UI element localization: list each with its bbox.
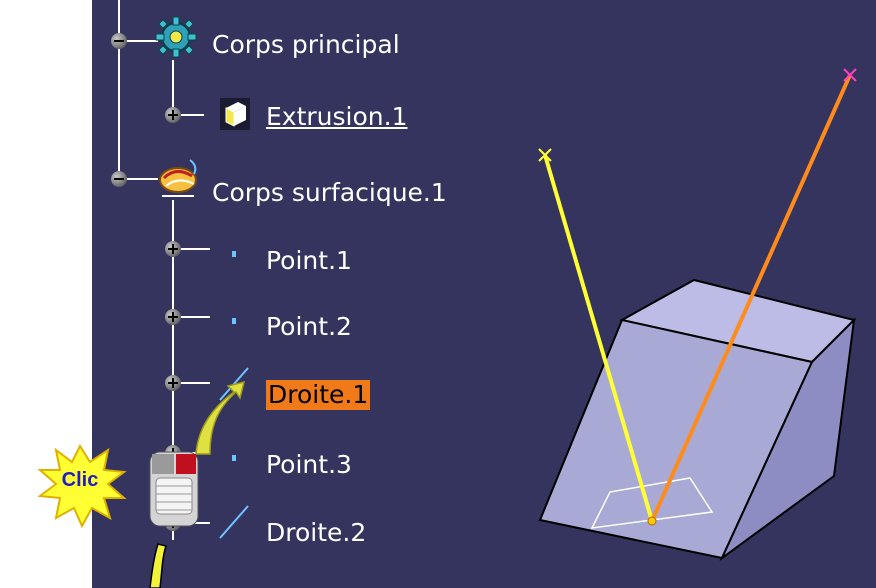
3d-scene[interactable] — [92, 0, 876, 588]
callout-clic-label: Clic — [61, 469, 99, 491]
point-marker-3[interactable] — [647, 516, 657, 526]
3d-viewport[interactable]: Corps principal Extrusion.1 Corps surfac… — [92, 0, 876, 588]
